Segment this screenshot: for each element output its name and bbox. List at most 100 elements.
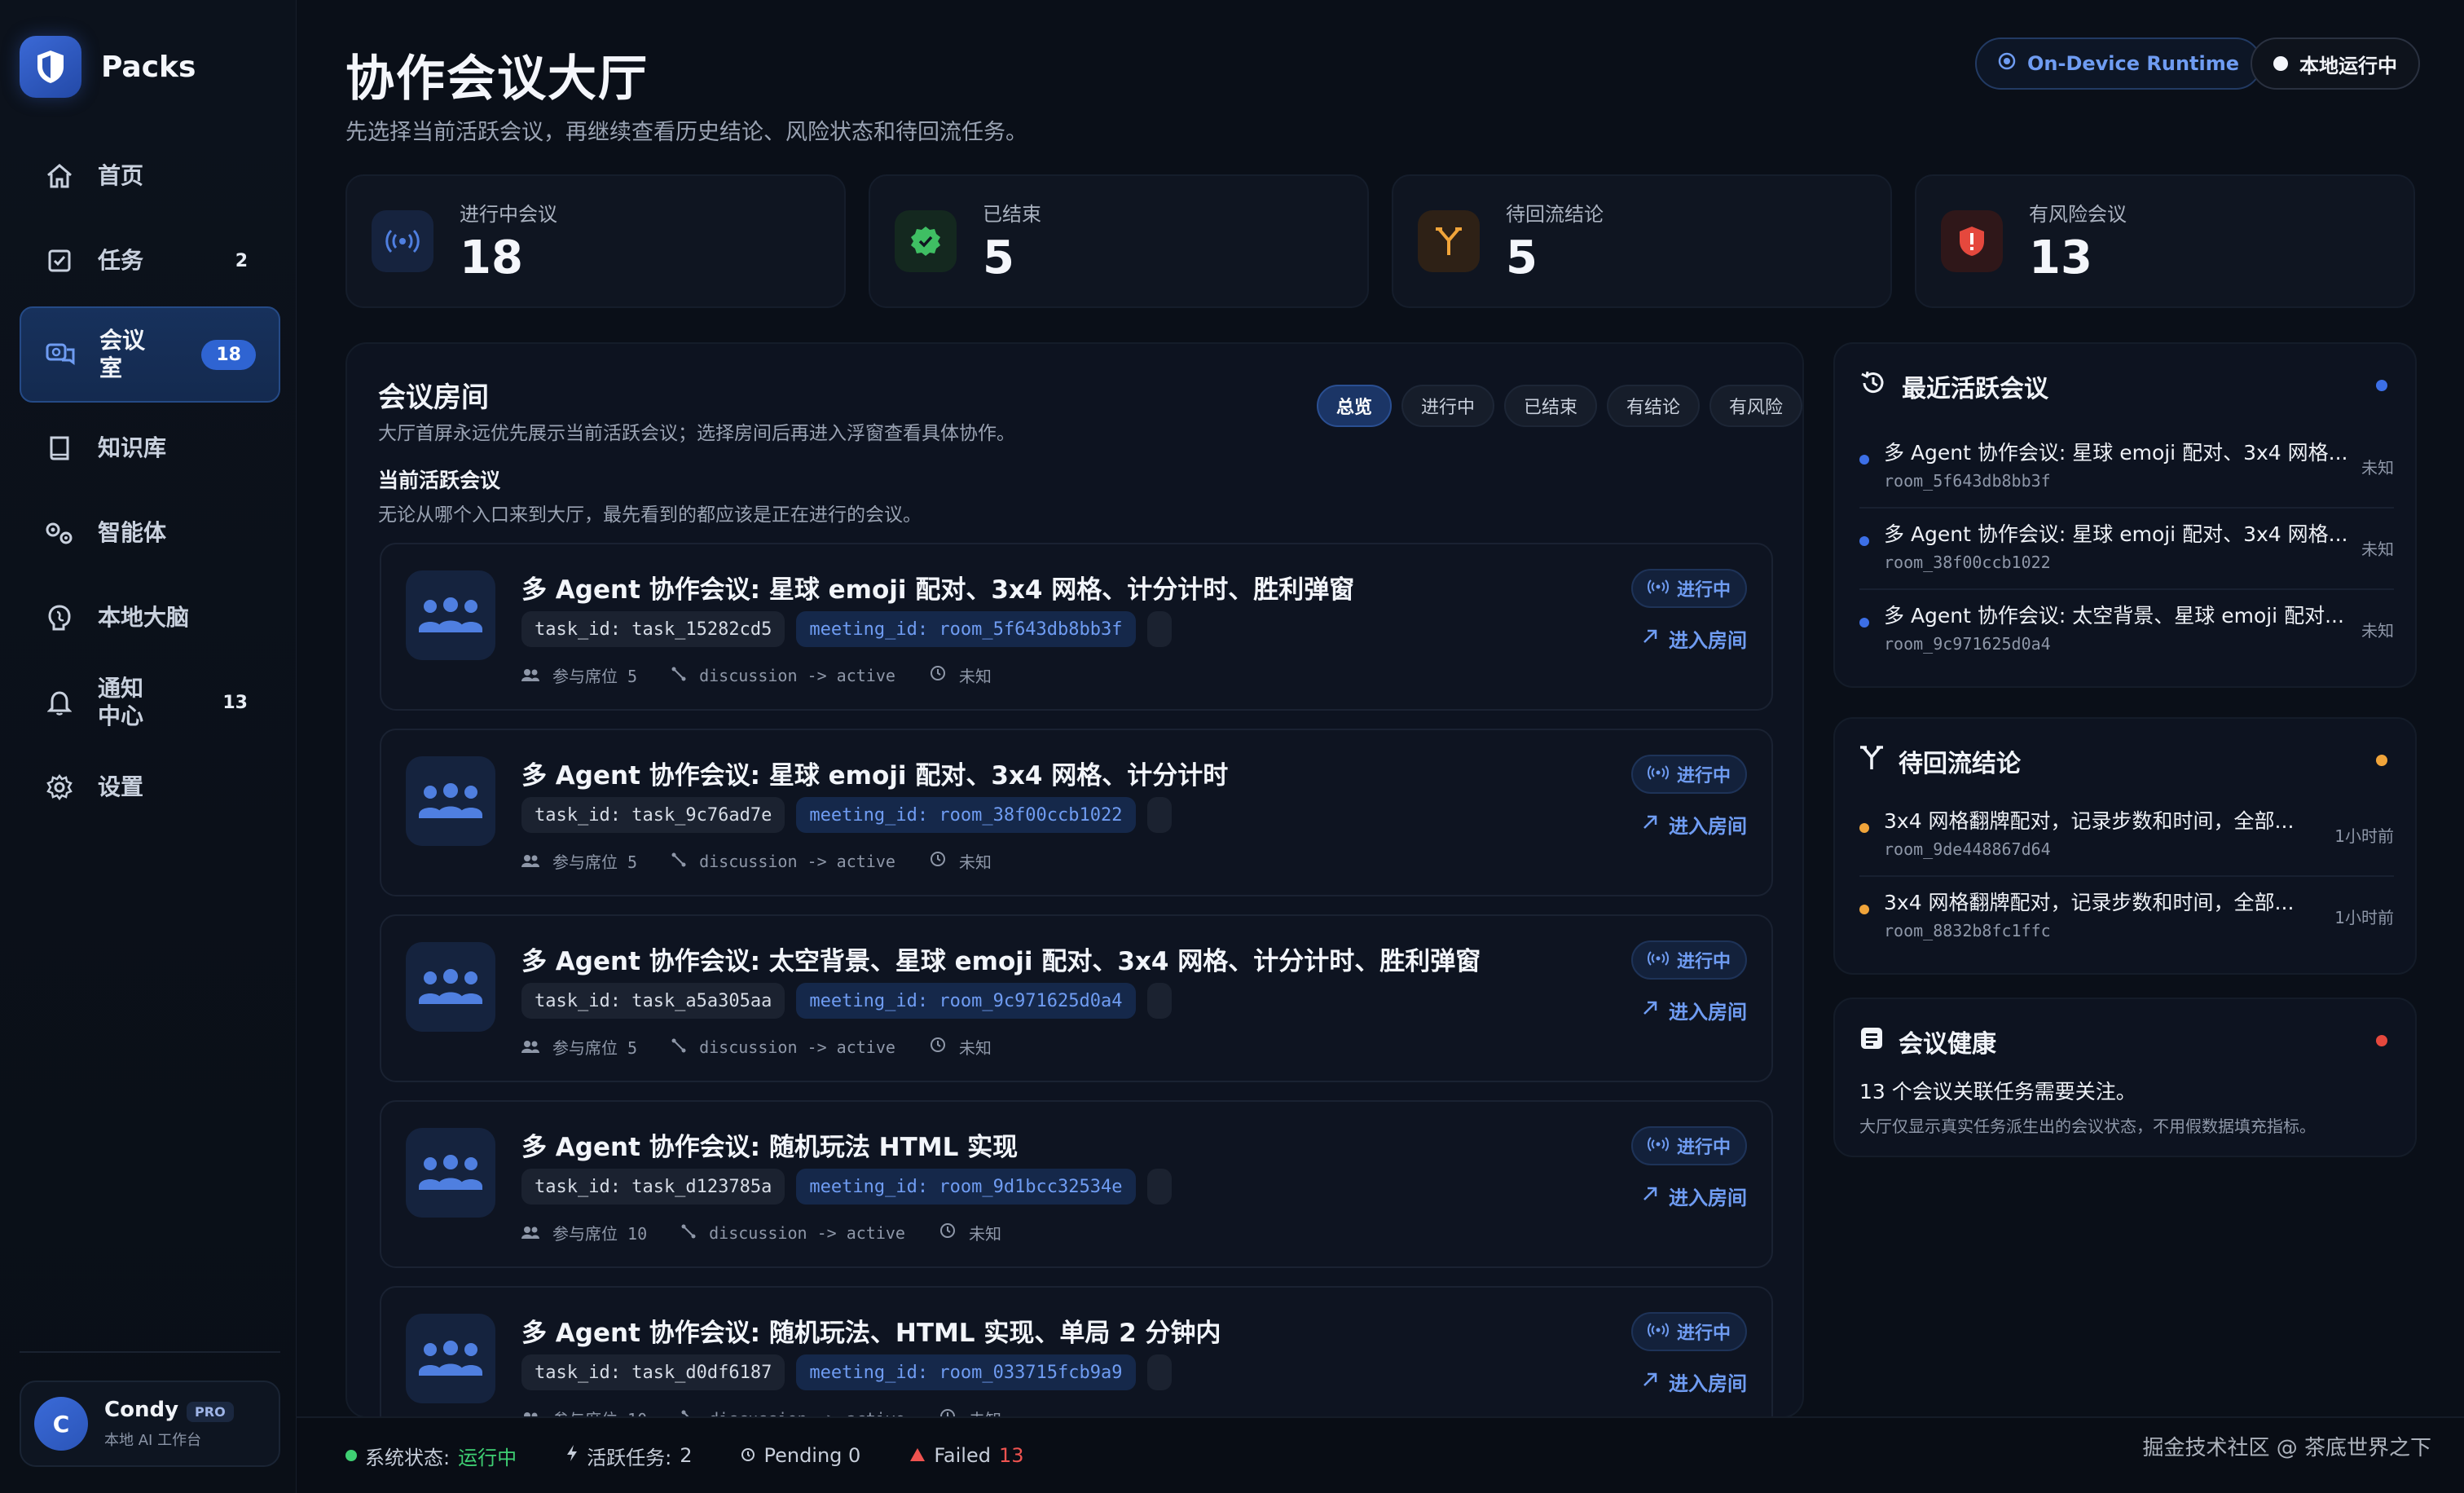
tab-ended[interactable]: 已结束	[1504, 385, 1597, 427]
clock-icon	[741, 1444, 755, 1467]
user-card[interactable]: C Condy PRO 本地 AI 工作台	[20, 1381, 280, 1467]
status-badge: 进行中	[1630, 940, 1747, 980]
tab-overview[interactable]: 总览	[1317, 385, 1392, 427]
meeting-card[interactable]: 多 Agent 协作会议: 星球 emoji 配对、3x4 网格、计分计时 ta…	[380, 729, 1773, 896]
signal-icon	[1647, 950, 1669, 971]
panel-header: 待回流结论	[1859, 743, 2021, 779]
item-room-id: room_38f00ccb1022	[1884, 553, 2051, 572]
bullet-dot	[1859, 536, 1869, 546]
stat-card-risk[interactable]: 有风险会议 13	[1915, 174, 2415, 308]
tab-in-progress[interactable]: 进行中	[1401, 385, 1494, 427]
list-item[interactable]: 多 Agent 协作会议: 太空背景、星球 emoji 配对... room_9…	[1859, 590, 2394, 672]
sidebar-item-tasks[interactable]: 任务 2	[20, 218, 280, 303]
enter-room-button[interactable]: 进入房间	[1641, 1182, 1747, 1210]
stat-card-pending[interactable]: 待回流结论 5	[1392, 174, 1892, 308]
meeting-id-tag: meeting_id: room_9d1bcc32534e	[796, 1169, 1136, 1205]
count-badge: 2	[235, 250, 248, 271]
meeting-card[interactable]: 多 Agent 协作会议: 太空背景、星球 emoji 配对、3x4 网格、计分…	[380, 914, 1773, 1082]
brand-name: Packs	[101, 50, 196, 84]
page-subtitle: 先选择当前活跃会议，再继续查看历史结论、风险状态和待回流任务。	[345, 120, 1027, 145]
meeting-card[interactable]: 多 Agent 协作会议: 随机玩法、HTML 实现、单局 2 分钟内 task…	[380, 1286, 1773, 1416]
meeting-title: 多 Agent 协作会议: 星球 emoji 配对、3x4 网格、计分计时、胜利…	[521, 575, 1355, 605]
list-item[interactable]: 多 Agent 协作会议: 星球 emoji 配对、3x4 网格... room…	[1859, 427, 2394, 509]
status-badge: 进行中	[1630, 1312, 1747, 1351]
list-item[interactable]: 3x4 网格翻牌配对，记录步数和时间，全部... room_9de448867d…	[1859, 795, 2394, 877]
section-title: 当前活跃会议	[378, 469, 501, 492]
meeting-meta: 参与席位 10 discussion -> active 未知	[521, 1221, 1001, 1244]
brand[interactable]: Packs	[20, 36, 196, 98]
failed-count: Failed 13	[909, 1444, 1024, 1467]
status-dot	[2376, 1035, 2387, 1046]
sidebar: Packs 首页 任务 2 会议 室 18 知识库 智能体 本地大脑 通知 中心…	[0, 0, 297, 1493]
history-icon	[1859, 369, 1887, 403]
sidebar-item-notifications[interactable]: 通知 中心 13	[20, 660, 280, 745]
meeting-title: 多 Agent 协作会议: 星球 emoji 配对、3x4 网格、计分计时	[521, 761, 1229, 791]
item-time: 1小时前	[2334, 908, 2394, 927]
pro-badge: PRO	[187, 1402, 234, 1422]
status-label: 进行中	[1676, 1323, 1731, 1344]
stat-label: 已结束	[983, 203, 1041, 226]
item-room-id: room_8832b8fc1ffc	[1884, 921, 2051, 940]
filter-tabs: 总览 进行中 已结束 有结论 有风险	[1317, 385, 1802, 427]
enter-room-button[interactable]: 进入房间	[1641, 624, 1747, 653]
seats-text: 参与席位 5	[552, 1038, 638, 1058]
merge-icon	[1418, 210, 1480, 272]
meeting-id-tag: meeting_id: room_5f643db8bb3f	[796, 611, 1136, 647]
meeting-card[interactable]: 多 Agent 协作会议: 星球 emoji 配对、3x4 网格、计分计时、胜利…	[380, 543, 1773, 711]
meeting-meta: 参与席位 5 discussion -> active 未知	[521, 1035, 992, 1059]
meeting-tags: task_id: task_d123785a meeting_id: room_…	[521, 1169, 1172, 1205]
extra-tag	[1146, 1354, 1172, 1390]
tab-has-conclusion[interactable]: 有结论	[1607, 385, 1700, 427]
sidebar-item-home[interactable]: 首页	[20, 134, 280, 218]
list-item[interactable]: 多 Agent 协作会议: 星球 emoji 配对、3x4 网格... room…	[1859, 509, 2394, 590]
group-icon	[406, 942, 495, 1032]
status-label: 进行中	[1676, 766, 1731, 786]
group-icon	[406, 1314, 495, 1403]
sidebar-item-settings[interactable]: 设置	[20, 745, 280, 830]
signal-icon	[1647, 1322, 1669, 1342]
report-icon	[1859, 1026, 1884, 1057]
local-status-label: 本地运行中	[2299, 54, 2397, 77]
list-item[interactable]: 3x4 网格翻牌配对，记录步数和时间，全部... room_8832b8fc1f…	[1859, 877, 2394, 958]
meeting-card[interactable]: 多 Agent 协作会议: 随机玩法 HTML 实现 task_id: task…	[380, 1100, 1773, 1268]
bullet-dot	[1859, 823, 1869, 833]
task-id-tag: task_id: task_9c76ad7e	[521, 797, 785, 833]
active-tasks: 活跃任务: 2	[565, 1442, 692, 1470]
meeting-title: 多 Agent 协作会议: 随机玩法 HTML 实现	[521, 1133, 1019, 1162]
item-room-id: room_5f643db8bb3f	[1884, 471, 2051, 491]
flow-text: discussion -> active	[699, 851, 895, 871]
health-headline: 13 个会议关联任务需要关注。	[1859, 1080, 2136, 1103]
rooms-panel: 会议房间 大厅首屏永远优先展示当前活跃会议；选择房间后再进入浮窗查看具体协作。 …	[345, 342, 1804, 1418]
item-title: 多 Agent 协作会议: 星球 emoji 配对、3x4 网格...	[1884, 522, 2348, 546]
sidebar-item-local-brain[interactable]: 本地大脑	[20, 575, 280, 660]
status-dot	[345, 1450, 357, 1461]
extra-tag	[1146, 1169, 1172, 1205]
meeting-title: 多 Agent 协作会议: 太空背景、星球 emoji 配对、3x4 网格、计分…	[521, 947, 1481, 976]
user-name: Condy	[104, 1398, 179, 1422]
extra-tag	[1146, 611, 1172, 647]
shield-icon	[20, 36, 81, 98]
enter-room-button[interactable]: 进入房间	[1641, 1367, 1747, 1396]
sidebar-item-agents[interactable]: 智能体	[20, 491, 280, 575]
arrow-up-right-icon	[1641, 1185, 1659, 1208]
runtime-label: On-Device Runtime	[2027, 52, 2240, 75]
enter-room-button[interactable]: 进入房间	[1641, 810, 1747, 839]
status-dot	[2376, 755, 2387, 766]
stat-card-active[interactable]: 进行中会议 18	[345, 174, 846, 308]
status-dot	[2273, 56, 2288, 71]
local-status-pill[interactable]: 本地运行中	[2251, 37, 2420, 90]
runtime-pill[interactable]: On-Device Runtime	[1975, 37, 2263, 90]
tab-has-risk[interactable]: 有风险	[1709, 385, 1802, 427]
sidebar-item-label: 智能体	[98, 519, 167, 546]
enter-room-button[interactable]: 进入房间	[1641, 996, 1747, 1024]
bullet-dot	[1859, 905, 1869, 914]
agents-icon	[44, 517, 75, 548]
enter-room-label: 进入房间	[1669, 629, 1747, 652]
clock-icon	[939, 1222, 956, 1243]
item-time: 1小时前	[2334, 826, 2394, 846]
stat-card-ended[interactable]: 已结束 5	[869, 174, 1369, 308]
system-status-value: 运行中	[458, 1446, 517, 1469]
sidebar-item-knowledge[interactable]: 知识库	[20, 406, 280, 491]
sidebar-item-meeting-room[interactable]: 会议 室 18	[20, 306, 280, 403]
recent-meetings-panel: 最近活跃会议 多 Agent 协作会议: 星球 emoji 配对、3x4 网格.…	[1833, 342, 2417, 688]
